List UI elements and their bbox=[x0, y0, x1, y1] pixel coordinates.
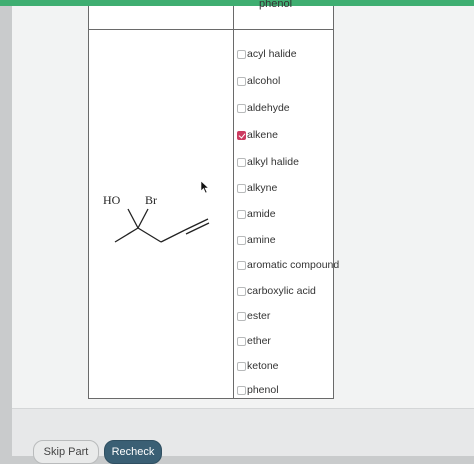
checkbox-icon[interactable] bbox=[237, 336, 246, 346]
checkbox-icon[interactable] bbox=[237, 76, 246, 86]
option-label: amine bbox=[247, 234, 276, 246]
hydroxyl-label: HO bbox=[103, 193, 121, 207]
recheck-button[interactable]: Recheck bbox=[104, 440, 162, 464]
option-row[interactable]: alkyl halide bbox=[237, 155, 299, 169]
bond-vinyl-single bbox=[160, 229, 186, 243]
option-row[interactable]: phenol bbox=[237, 383, 279, 397]
checkbox-icon[interactable] bbox=[237, 385, 246, 395]
option-row[interactable]: aldehyde bbox=[237, 101, 290, 115]
option-row[interactable]: alcohol bbox=[237, 74, 280, 88]
checkbox-icon[interactable] bbox=[237, 361, 246, 371]
bond-chain bbox=[137, 227, 162, 243]
option-label: ketone bbox=[247, 360, 279, 372]
option-label: alcohol bbox=[247, 75, 281, 87]
option-label: alkene bbox=[247, 129, 278, 141]
checkbox-checked-icon[interactable] bbox=[237, 130, 246, 140]
option-label: carboxylic acid bbox=[247, 285, 316, 297]
checkbox-icon[interactable] bbox=[237, 311, 246, 321]
option-row[interactable]: ester bbox=[237, 309, 270, 323]
option-row[interactable]: ketone bbox=[237, 359, 279, 373]
question-panel: phenol HO Br acyl halide alcohol aldehyde a… bbox=[12, 0, 474, 456]
option-label: alkyne bbox=[247, 182, 278, 194]
option-row[interactable]: amine bbox=[237, 233, 276, 247]
checkbox-icon[interactable] bbox=[237, 235, 246, 245]
checkbox-icon[interactable] bbox=[237, 49, 246, 59]
answer-table: phenol HO Br acyl halide alcohol aldehyde a… bbox=[88, 0, 339, 399]
skeletal-bonds bbox=[114, 208, 210, 243]
checkbox-icon[interactable] bbox=[237, 209, 246, 219]
option-row[interactable]: aromatic compound bbox=[237, 258, 339, 272]
option-label: amide bbox=[247, 208, 276, 220]
option-row[interactable]: carboxylic acid bbox=[237, 284, 316, 298]
bond-hydroxyl bbox=[127, 208, 139, 229]
bromo-label: Br bbox=[145, 193, 157, 207]
option-row[interactable]: alkyne bbox=[237, 181, 277, 195]
checkbox-icon[interactable] bbox=[237, 103, 246, 113]
option-row[interactable]: acyl halide bbox=[237, 47, 297, 61]
option-label: aromatic compound bbox=[247, 259, 340, 271]
option-row[interactable]: amide bbox=[237, 207, 276, 221]
option-label: alkyl halide bbox=[247, 156, 299, 168]
table-header-cut-text: phenol bbox=[259, 0, 293, 10]
column-divider bbox=[233, 6, 234, 398]
option-row[interactable]: ether bbox=[237, 334, 271, 348]
option-label: ester bbox=[247, 310, 271, 322]
checkbox-icon[interactable] bbox=[237, 157, 246, 167]
checkbox-icon[interactable] bbox=[237, 183, 246, 193]
checkbox-icon[interactable] bbox=[237, 286, 246, 296]
table-header-row: phenol bbox=[89, 0, 333, 30]
option-label: ether bbox=[247, 335, 271, 347]
option-row[interactable]: alkene bbox=[237, 128, 278, 142]
skip-part-button[interactable]: Skip Part bbox=[33, 440, 99, 464]
checkbox-icon[interactable] bbox=[237, 260, 246, 270]
option-label: phenol bbox=[247, 384, 279, 396]
option-label: acyl halide bbox=[247, 48, 297, 60]
option-label: aldehyde bbox=[247, 102, 290, 114]
molecule-structure: HO Br bbox=[103, 193, 210, 243]
mouse-cursor-icon bbox=[200, 180, 210, 194]
bond-bromo bbox=[137, 208, 149, 229]
bond-methyl bbox=[114, 227, 139, 243]
